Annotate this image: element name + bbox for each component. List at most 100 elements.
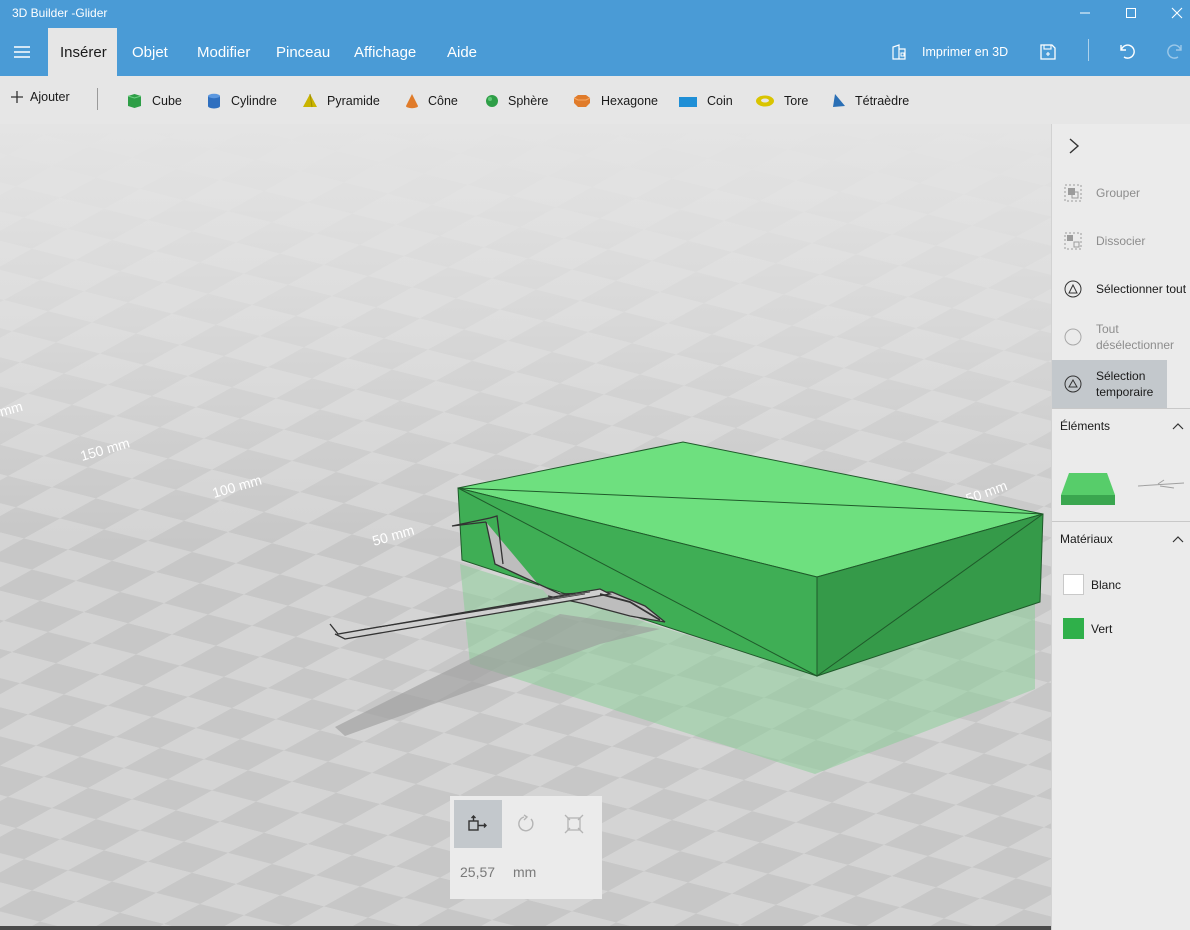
elements-header: Éléments [1060, 419, 1111, 433]
minimize-icon [1080, 12, 1090, 14]
tab-affichage[interactable]: Affichage [342, 28, 428, 76]
temporary-selection-button[interactable]: Sélection temporaire [1052, 360, 1167, 408]
collapse-panel-button[interactable] [1066, 136, 1082, 161]
close-icon [1171, 7, 1183, 19]
deselect-all-button[interactable]: Tout désélectionner [1052, 318, 1190, 356]
material-item-green[interactable]: Vert [1063, 618, 1112, 639]
chevron-up-icon[interactable] [1172, 422, 1184, 432]
panel-divider [1052, 521, 1190, 522]
move-icon [468, 815, 487, 831]
cylinder-icon [208, 93, 220, 109]
hexagon-icon [573, 95, 591, 107]
shape-label: Cône [428, 94, 458, 108]
ungroup-label: Dissocier [1096, 234, 1146, 248]
shape-label: Pyramide [327, 94, 380, 108]
sphere-icon [486, 95, 498, 107]
shape-label: Cylindre [231, 94, 277, 108]
select-all-icon [1064, 280, 1082, 298]
pyramid-icon [303, 93, 317, 108]
bottom-border [0, 926, 1051, 930]
dimension-value[interactable]: 25,57 [460, 864, 495, 880]
cone-icon [406, 94, 418, 109]
save-button[interactable] [1038, 42, 1058, 67]
printer-3d-icon [892, 44, 906, 60]
group-label: Grouper [1096, 186, 1141, 200]
shape-pyramid-button[interactable]: Pyramide [302, 91, 380, 111]
plus-icon [11, 91, 23, 103]
window-title: 3D Builder -Glider [12, 6, 108, 20]
add-button[interactable]: Ajouter [10, 90, 70, 104]
toolbar-divider [97, 88, 98, 110]
maximize-icon [1126, 8, 1136, 18]
rotate-icon [518, 814, 534, 832]
tab-pinceau[interactable]: Pinceau [264, 28, 342, 76]
undo-icon [1120, 44, 1135, 59]
torus-icon [756, 95, 774, 107]
group-button[interactable]: Grouper [1052, 176, 1190, 210]
ungroup-button[interactable]: Dissocier [1052, 224, 1190, 258]
maximize-button[interactable] [1108, 0, 1154, 26]
3d-viewport[interactable]: 0 mm 150 mm 100 mm 50 mm 50 mm [0, 124, 1051, 930]
shape-label: Coin [707, 94, 733, 108]
element-thumbnail-box[interactable] [1061, 471, 1117, 507]
scale-tool-button[interactable] [550, 800, 598, 848]
print-3d-label: Imprimer en 3D [922, 45, 1009, 59]
material-label: Blanc [1091, 577, 1122, 592]
shape-label: Hexagone [601, 94, 658, 108]
tab-modifier[interactable]: Modifier [185, 28, 262, 76]
shape-label: Tore [784, 94, 809, 108]
wedge-icon [679, 97, 697, 107]
add-label: Ajouter [30, 90, 70, 104]
chevron-up-icon[interactable] [1172, 535, 1184, 545]
rotate-tool-button[interactable] [502, 800, 550, 848]
hamburger-icon [14, 46, 30, 58]
shape-cylinder-button[interactable]: Cylindre [206, 91, 277, 111]
dimension-unit: mm [513, 864, 537, 880]
right-panel: Grouper Dissocier Sélectionner tout Tout… [1051, 124, 1190, 930]
print-3d-button[interactable]: Imprimer en 3D [890, 28, 1008, 76]
tetrahedron-icon [833, 94, 845, 107]
material-label: Vert [1091, 621, 1113, 636]
save-icon [1040, 44, 1056, 60]
undo-button[interactable] [1117, 41, 1137, 66]
color-swatch [1063, 618, 1084, 639]
transform-panel: 25,57 mm [450, 796, 602, 899]
move-tool-button[interactable] [454, 800, 502, 848]
ungroup-icon [1064, 232, 1082, 250]
panel-divider [1052, 408, 1190, 409]
select-all-label: Sélectionner tout [1096, 282, 1187, 296]
shape-wedge-button[interactable]: Coin [678, 91, 733, 111]
shape-sphere-button[interactable]: Sphère [485, 91, 548, 111]
shape-torus-button[interactable]: Tore [755, 91, 808, 111]
shape-label: Cube [152, 94, 182, 108]
material-item-white[interactable]: Blanc [1063, 574, 1121, 595]
title-bar: 3D Builder -Glider [0, 0, 1190, 28]
minimize-button[interactable] [1062, 0, 1108, 26]
deselect-all-label: Tout désélectionner [1096, 322, 1175, 352]
temporary-selection-label: Sélection temporaire [1096, 369, 1154, 399]
shape-tetrahedron-button[interactable]: Tétraèdre [832, 91, 909, 111]
group-icon [1064, 184, 1082, 202]
redo-button[interactable] [1165, 41, 1185, 66]
shape-hexagon-button[interactable]: Hexagone [572, 91, 658, 111]
shape-label: Sphère [508, 94, 549, 108]
insert-toolbar: Ajouter Cube Cylindre Pyramide Cône Sphè… [0, 76, 1190, 124]
select-all-button[interactable]: Sélectionner tout [1052, 272, 1190, 306]
tab-objet[interactable]: Objet [120, 28, 180, 76]
menu-divider [1088, 39, 1089, 61]
cube-icon [127, 94, 142, 108]
color-swatch [1063, 574, 1084, 595]
temporary-selection-icon [1064, 375, 1082, 393]
hamburger-menu-button[interactable] [0, 28, 44, 76]
shape-cube-button[interactable]: Cube [126, 91, 182, 111]
shape-cone-button[interactable]: Cône [405, 91, 458, 111]
menu-bar: Insérer Objet Modifier Pinceau Affichage… [0, 28, 1190, 76]
chevron-right-icon [1069, 138, 1080, 154]
tab-aide[interactable]: Aide [435, 28, 489, 76]
tab-inserer[interactable]: Insérer [48, 28, 117, 76]
redo-icon [1167, 44, 1182, 59]
element-thumbnail-glider[interactable] [1138, 474, 1186, 494]
shape-label: Tétraèdre [855, 94, 910, 108]
close-button[interactable] [1154, 0, 1190, 26]
deselect-all-icon [1064, 328, 1082, 346]
